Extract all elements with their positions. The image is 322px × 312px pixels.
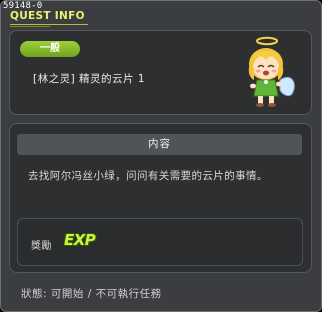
quest-status: 狀態: 可開始 / 不可執行任務 (21, 288, 162, 300)
reward-label: 獎勵 (31, 241, 52, 252)
quest-description: 去找阿尔冯丝小绿，问问有关需要的云片的事情。 (28, 170, 268, 182)
window-title: QUEST INFO (10, 10, 85, 22)
quest-name: [林之灵] 精灵的云片 1 (33, 73, 146, 85)
content-section-header: 内容 (17, 134, 302, 155)
exp-icon: EXP (64, 231, 96, 249)
title-underline-shadow (10, 26, 50, 27)
category-badge: 一般 (20, 41, 80, 57)
angel-npc-icon (240, 34, 298, 110)
reward-box (17, 218, 303, 266)
title-underline (10, 24, 88, 25)
